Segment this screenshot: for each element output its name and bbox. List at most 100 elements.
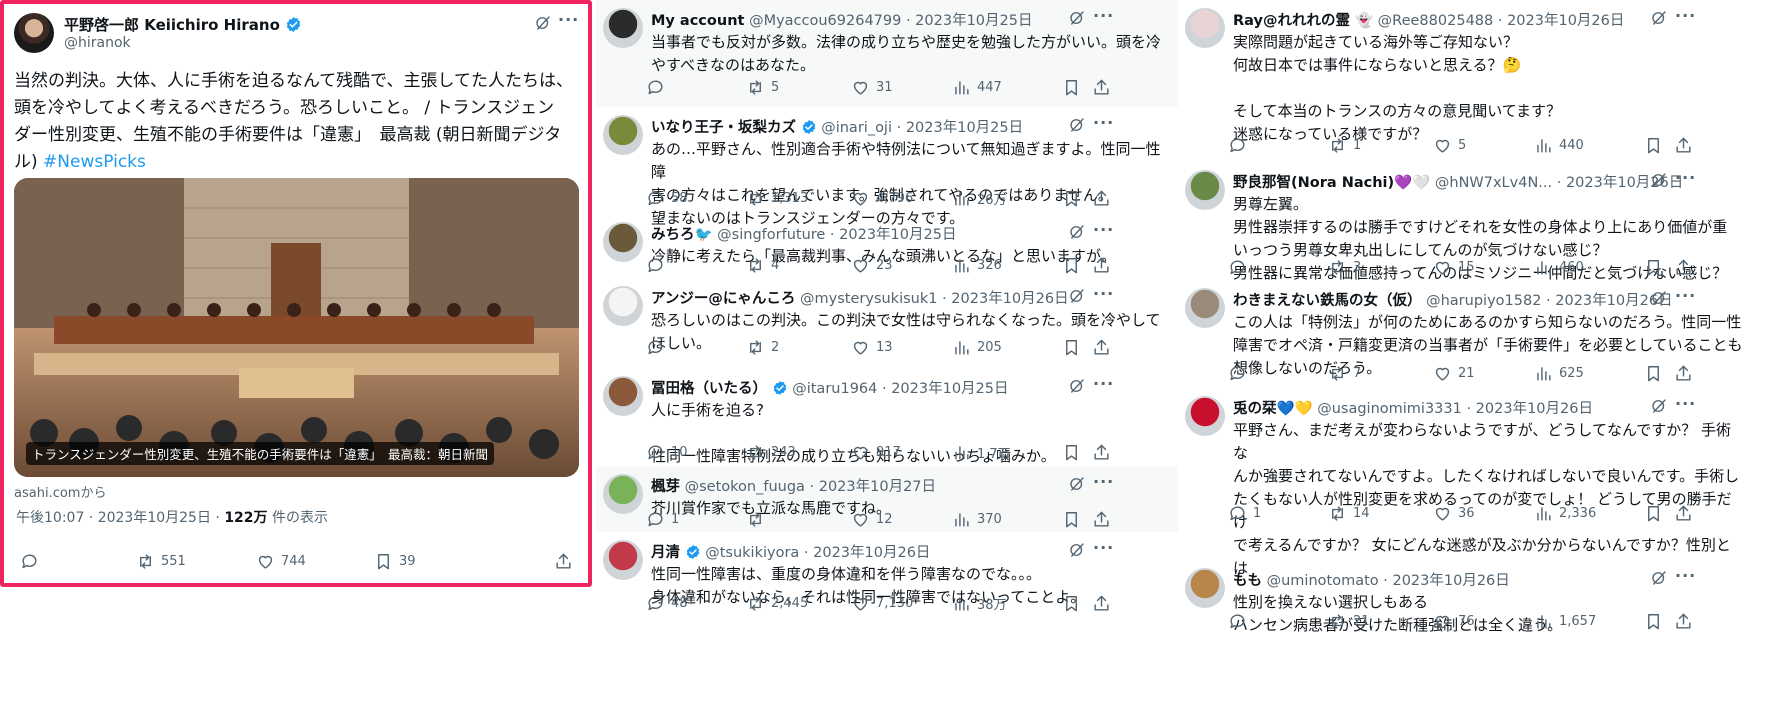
author-name[interactable]: Ray@れれれの霊 👻: [1233, 13, 1373, 29]
grok-icon[interactable]: [1068, 377, 1086, 399]
author-name-text[interactable]: 平野啓一郎 Keiichiro Hirano: [64, 16, 280, 34]
grok-icon[interactable]: [1068, 475, 1086, 497]
reply-button[interactable]: [646, 78, 671, 97]
avatar[interactable]: [603, 540, 643, 580]
share-button[interactable]: [554, 552, 573, 571]
author-name[interactable]: いなり王子・坂梨カズ: [651, 120, 796, 136]
more-options-icon[interactable]: ···: [1675, 286, 1696, 305]
views-button[interactable]: 447: [952, 78, 1002, 97]
retweet-button[interactable]: 2: [746, 338, 779, 357]
retweet-button[interactable]: 7: [1328, 364, 1361, 383]
share-button[interactable]: [1092, 443, 1111, 462]
grok-icon[interactable]: [1650, 397, 1668, 419]
news-card-title[interactable]: トランスジェンダー性別変更、生殖不能の手術要件は「違憲」 最高裁：朝日新聞: [26, 442, 495, 465]
author-handle-date[interactable]: @hNW7xLv4N... · 2023年10月26日: [1435, 175, 1683, 191]
like-button[interactable]: 5: [1433, 136, 1466, 155]
author-name[interactable]: 冨田格（いたる）: [651, 381, 767, 397]
more-options-icon[interactable]: ···: [1093, 220, 1114, 239]
retweet-button[interactable]: 243: [746, 443, 796, 462]
reply-tweet[interactable]: 野良那智(Nora Nachi)💜🤍 @hNW7xLv4N... · 2023年…: [1178, 162, 1760, 282]
author-handle-date[interactable]: @usaginomimi3331 · 2023年10月26日: [1317, 401, 1593, 417]
retweet-button[interactable]: 1: [1328, 136, 1361, 155]
avatar[interactable]: [603, 8, 643, 48]
author-name[interactable]: 野良那智(Nora Nachi)💜🤍: [1233, 175, 1430, 191]
author-handle-date[interactable]: @mysterysukisuk1 · 2023年10月26日: [800, 291, 1069, 307]
reply-button[interactable]: 58: [646, 189, 688, 208]
reply-tweet[interactable]: My account @Myaccou69264799 · 2023年10月25…: [596, 0, 1178, 107]
reply-tweet[interactable]: 月清 @tsukikiyora · 2023年10月26日 ··· 性同一性障害は、…: [596, 532, 1178, 722]
share-button[interactable]: [1092, 256, 1111, 275]
author-name[interactable]: わきまえない鉄馬の女（仮）: [1233, 293, 1422, 309]
reply-tweet[interactable]: わきまえない鉄馬の女（仮） @harupiyo1582 · 2023年10月26…: [1178, 280, 1760, 388]
author-name[interactable]: 兎の栞💙💛: [1233, 401, 1313, 417]
bookmark-button[interactable]: [1644, 136, 1663, 155]
news-card-image[interactable]: トランスジェンダー性別変更、生殖不能の手術要件は「違憲」 最高裁：朝日新聞: [14, 178, 579, 477]
more-options-icon[interactable]: ···: [1675, 6, 1696, 25]
more-options-icon[interactable]: ···: [1093, 374, 1114, 393]
avatar[interactable]: [14, 13, 54, 53]
like-button[interactable]: 7,130: [851, 594, 913, 613]
avatar[interactable]: [1185, 288, 1225, 328]
bookmark-button[interactable]: [1644, 258, 1663, 277]
reply-tweet[interactable]: Ray@れれれの霊 👻 @Ree88025488 · 2023年10月26日 ··…: [1178, 0, 1760, 162]
views-button[interactable]: 1.7万: [952, 443, 1011, 462]
avatar[interactable]: [1185, 396, 1225, 436]
retweet-button[interactable]: 551: [136, 552, 186, 571]
author-name[interactable]: 月清: [651, 545, 680, 561]
retweet-button[interactable]: [746, 510, 771, 529]
bookmark-button[interactable]: [1062, 338, 1081, 357]
reply-tweet[interactable]: 冨田格（いたる） @itaru1964 · 2023年10月25日 ··· 人に手術…: [596, 368, 1178, 466]
author-handle-date[interactable]: @Myaccou69264799 · 2023年10月25日: [749, 13, 1032, 29]
grok-icon[interactable]: [1068, 541, 1086, 563]
share-button[interactable]: [1092, 338, 1111, 357]
retweet-button[interactable]: 3: [1328, 258, 1361, 277]
views-button[interactable]: 2,336: [1534, 504, 1596, 523]
reply-button[interactable]: 10: [646, 443, 688, 462]
reply-button[interactable]: [1228, 258, 1253, 277]
share-button[interactable]: [1674, 364, 1693, 383]
bookmark-button[interactable]: [1062, 78, 1081, 97]
more-options-icon[interactable]: ···: [558, 10, 579, 29]
author-handle-date[interactable]: @Ree88025488 · 2023年10月26日: [1378, 13, 1625, 29]
author-handle-date[interactable]: @tsukikiyora · 2023年10月26日: [705, 545, 930, 561]
hashtag-link[interactable]: #NewsPicks: [43, 152, 146, 172]
author-handle-date[interactable]: @uminotomato · 2023年10月26日: [1267, 573, 1510, 589]
grok-icon[interactable]: [1068, 116, 1086, 138]
tweet-time[interactable]: 午後10:07 · 2023年10月25日 ·: [16, 510, 224, 526]
news-card-source[interactable]: asahi.comから: [14, 482, 106, 501]
reply-tweet[interactable]: みちろ🐦 @singforfuture · 2023年10月25日 ··· 冷静に考…: [596, 214, 1178, 278]
like-button[interactable]: 36: [1433, 504, 1475, 523]
like-button[interactable]: 13: [851, 338, 893, 357]
grok-icon[interactable]: [534, 14, 552, 36]
share-button[interactable]: [1674, 504, 1693, 523]
share-button[interactable]: [1092, 510, 1111, 529]
author-name[interactable]: 平野啓一郎 Keiichiro Hirano: [64, 14, 302, 35]
reply-button[interactable]: 1: [1228, 504, 1261, 523]
more-options-icon[interactable]: ···: [1093, 113, 1114, 132]
grok-icon[interactable]: [1650, 289, 1668, 311]
avatar[interactable]: [603, 474, 643, 514]
bookmark-button[interactable]: [1062, 510, 1081, 529]
author-name[interactable]: もも: [1233, 573, 1262, 589]
bookmark-button[interactable]: [1062, 256, 1081, 275]
bookmark-button[interactable]: [1062, 443, 1081, 462]
like-button[interactable]: 917: [851, 443, 901, 462]
views-button[interactable]: 26万: [952, 189, 1007, 208]
reply-tweet[interactable]: 兎の栞💙💛 @usaginomimi3331 · 2023年10月26日 ··· 平…: [1178, 388, 1760, 577]
reply-button[interactable]: [646, 338, 671, 357]
views-button[interactable]: 625: [1534, 364, 1584, 383]
reply-button[interactable]: 48: [646, 594, 688, 613]
share-button[interactable]: [1674, 258, 1693, 277]
more-options-icon[interactable]: ···: [1093, 284, 1114, 303]
share-button[interactable]: [1092, 189, 1111, 208]
author-name[interactable]: 楓芽: [651, 479, 680, 495]
grok-icon[interactable]: [1068, 9, 1086, 31]
share-button[interactable]: [1092, 78, 1111, 97]
reply-tweet[interactable]: もも @uminotomato · 2023年10月26日 ··· 性別を換えない選…: [1178, 560, 1760, 722]
retweet-button[interactable]: 4: [746, 256, 779, 275]
more-options-icon[interactable]: ···: [1675, 168, 1696, 187]
like-button[interactable]: 23: [851, 256, 893, 275]
avatar[interactable]: [603, 286, 643, 326]
like-button[interactable]: 15: [1433, 258, 1475, 277]
bookmark-button[interactable]: [1644, 612, 1663, 631]
